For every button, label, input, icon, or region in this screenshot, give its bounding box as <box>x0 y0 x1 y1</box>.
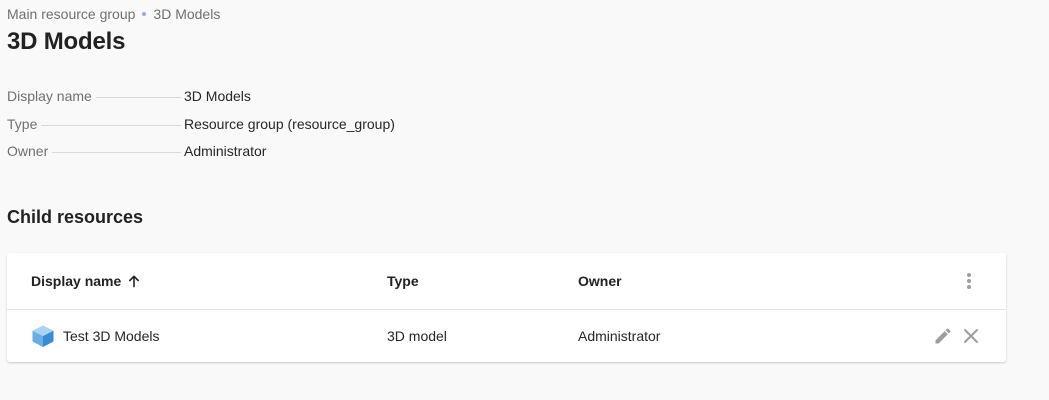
row-actions <box>932 310 982 362</box>
edit-icon[interactable] <box>932 325 954 347</box>
column-header-label: Owner <box>578 273 622 289</box>
section-title-child-resources: Child resources <box>7 207 144 227</box>
row-type: 3D model <box>387 328 447 344</box>
table-header: Display name Type Owner <box>7 253 1006 310</box>
property-label: Owner <box>7 143 49 159</box>
arrow-up-icon <box>127 274 141 288</box>
table-row[interactable]: Test 3D Models 3D model Administrator <box>7 310 1006 362</box>
3d-cube-icon <box>31 324 55 348</box>
row-name-link[interactable]: Test 3D Models <box>63 328 159 344</box>
property-value: 3D Models <box>184 88 251 104</box>
breadcrumb-item-parent[interactable]: Main resource group <box>7 6 135 22</box>
leader-line <box>52 152 181 153</box>
page-title: 3D Models <box>7 28 126 55</box>
cell-owner: Administrator <box>578 310 660 362</box>
delete-icon[interactable] <box>960 325 982 347</box>
property-value: Resource group (resource_group) <box>184 115 395 132</box>
property-row-display-name: Display name 3D Models <box>7 88 427 116</box>
column-header-display-name[interactable]: Display name <box>31 253 141 309</box>
column-menu <box>957 253 981 309</box>
property-row-owner: Owner Administrator <box>7 143 427 171</box>
more-vert-icon[interactable] <box>957 269 981 293</box>
column-header-label: Type <box>387 273 419 289</box>
child-resources-table: Display name Type Owner Test 3D Models 3… <box>7 253 1006 362</box>
property-row-type: Type Resource group (resource_group) <box>7 116 427 144</box>
breadcrumb-separator <box>142 12 147 16</box>
properties-list: Display name 3D Models Type Resource gro… <box>7 88 427 171</box>
column-header-label: Display name <box>31 273 122 289</box>
leader-line <box>95 97 181 98</box>
breadcrumb-item-current: 3D Models <box>153 6 221 22</box>
property-label: Display name <box>7 88 92 104</box>
leader-line <box>41 124 181 126</box>
cell-display-name: Test 3D Models <box>31 310 159 362</box>
column-header-owner[interactable]: Owner <box>578 253 622 309</box>
cell-type: 3D model <box>387 310 447 362</box>
property-label: Type <box>7 115 38 132</box>
breadcrumb: Main resource group 3D Models <box>7 6 220 22</box>
row-owner: Administrator <box>578 328 661 344</box>
column-header-type[interactable]: Type <box>387 253 419 309</box>
property-value: Administrator <box>184 143 267 159</box>
